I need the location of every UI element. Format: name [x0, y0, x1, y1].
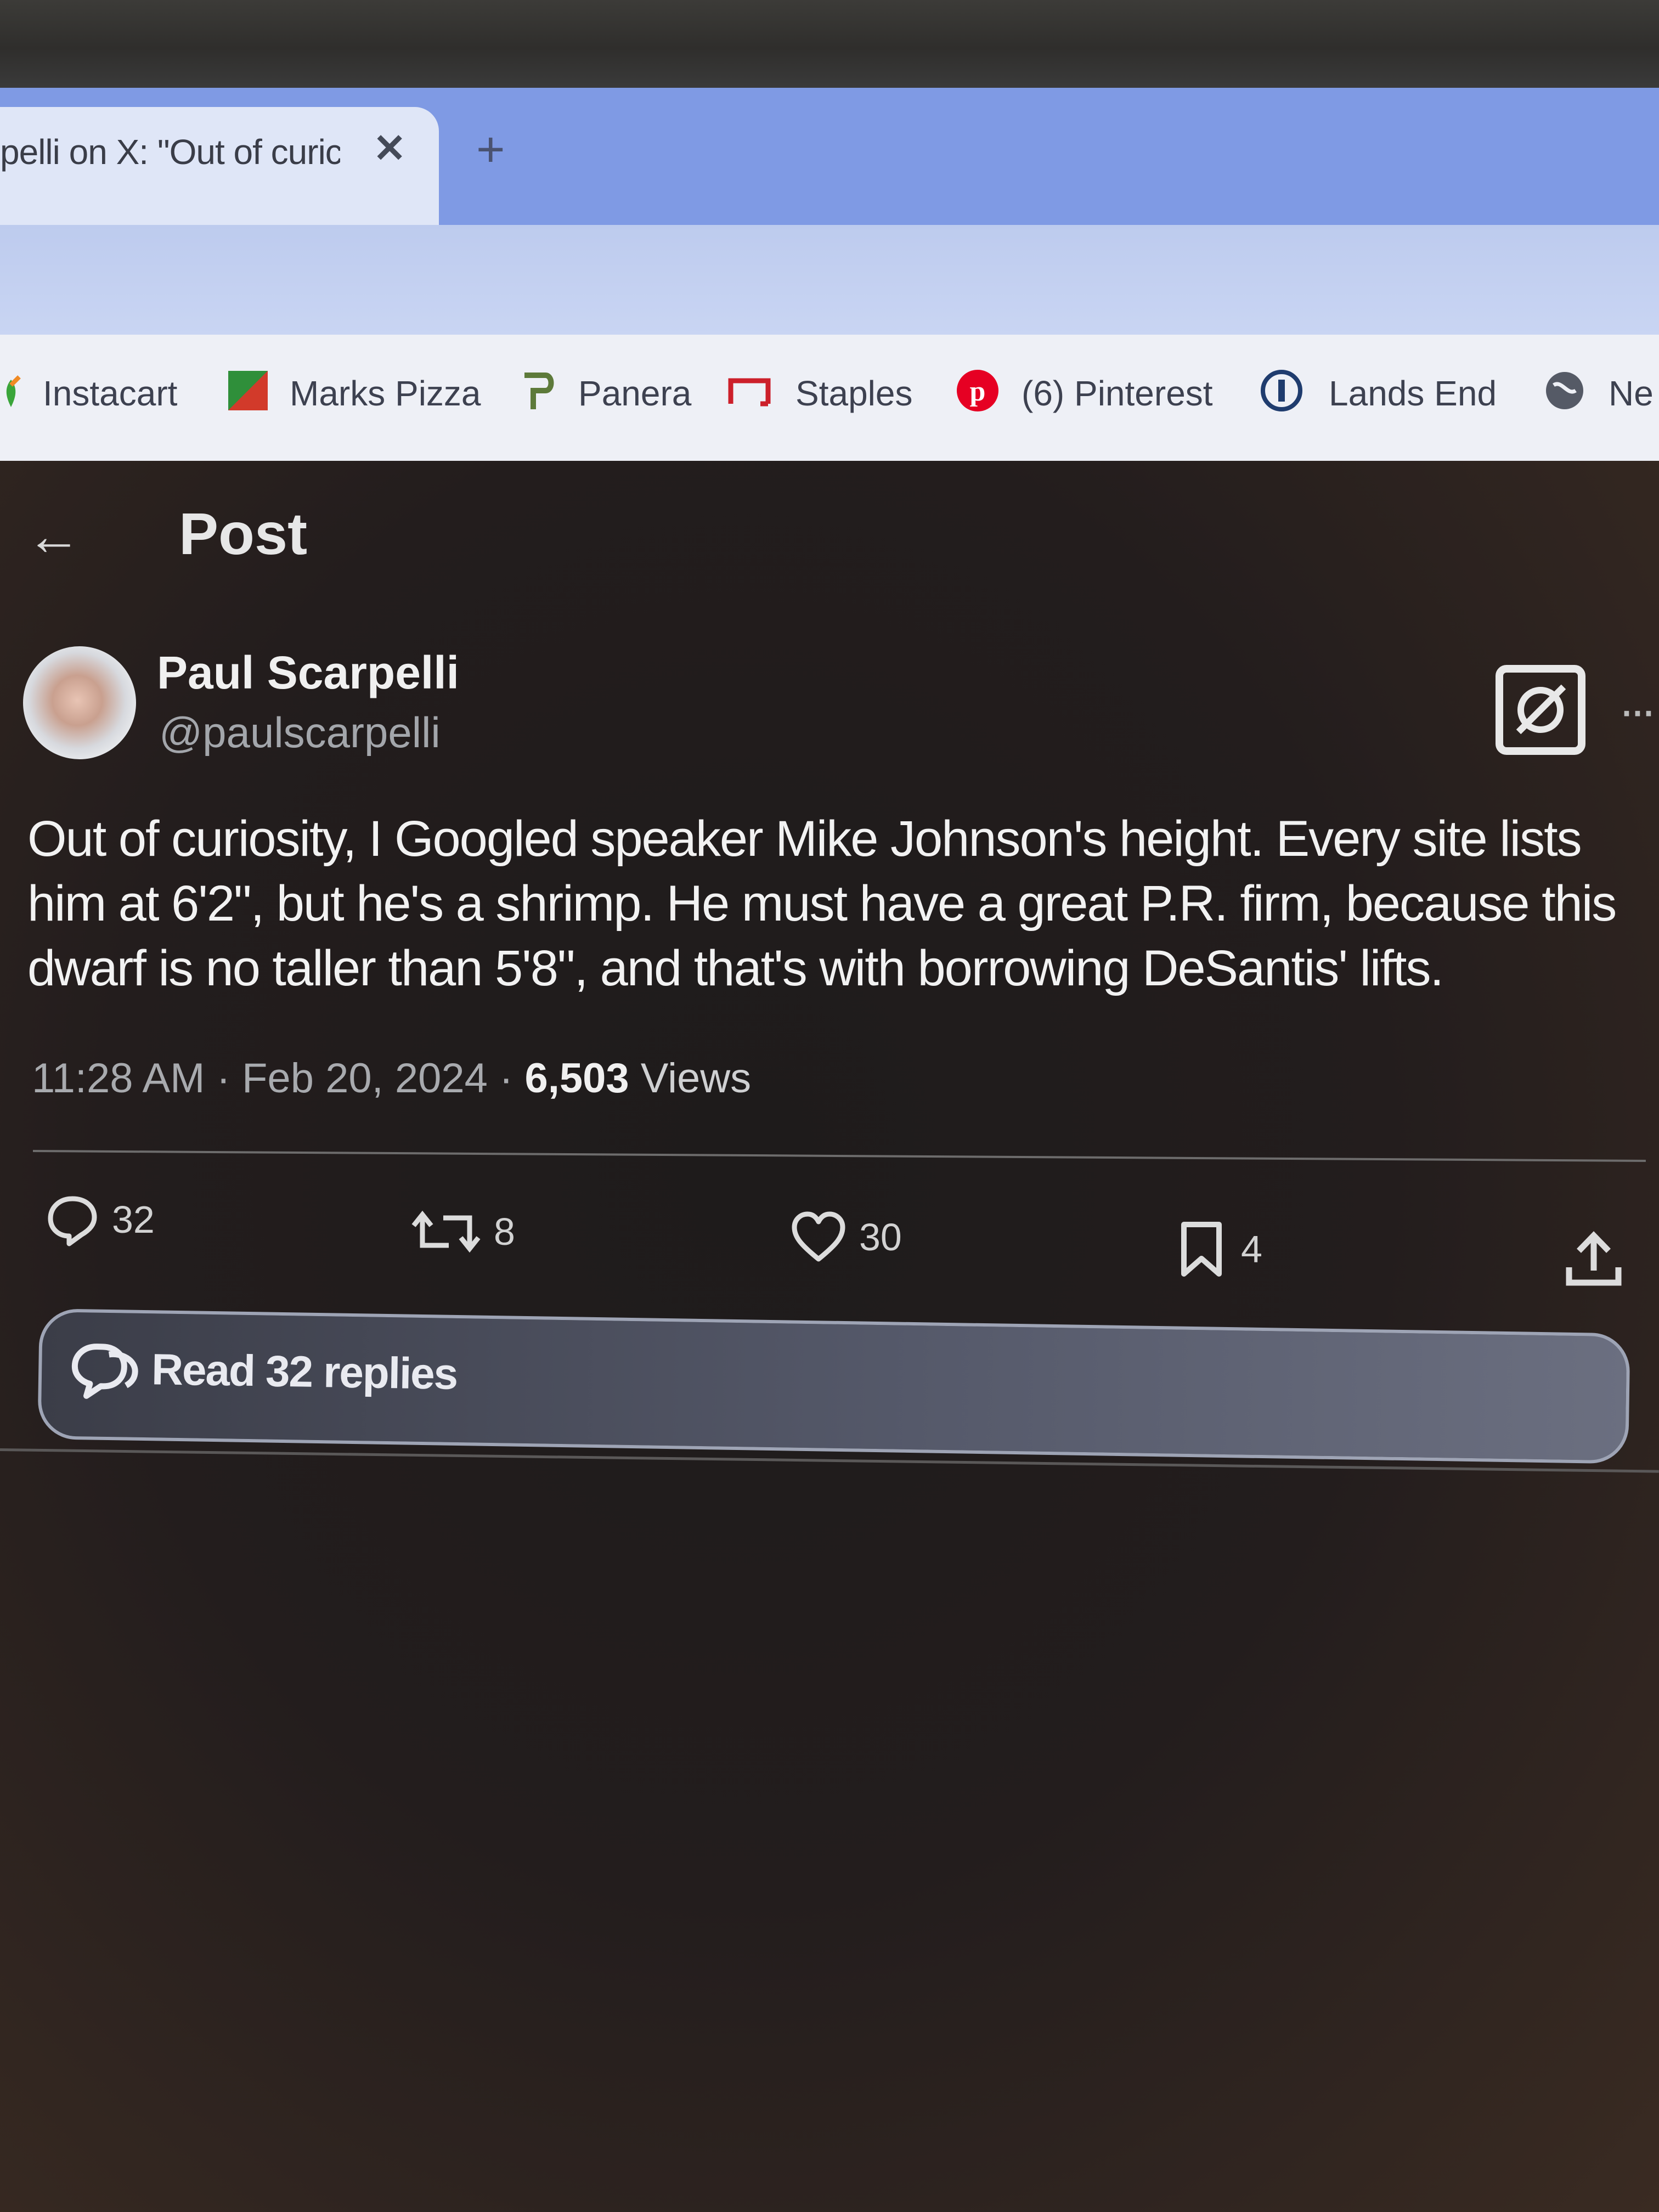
author-name[interactable]: Paul Scarpelli: [157, 646, 459, 699]
tab-close-icon[interactable]: ✕: [373, 125, 406, 171]
reply-icon: [48, 1196, 97, 1246]
marks-pizza-icon: [228, 371, 268, 410]
post-timestamp[interactable]: 11:28 AM · Feb 20, 2024 ·: [32, 1055, 524, 1102]
views-count: 6,503: [524, 1055, 629, 1102]
bookmark-staples[interactable]: Staples: [795, 373, 912, 414]
monitor-bezel: [0, 0, 1659, 88]
bookmark-panera[interactable]: Panera: [578, 373, 691, 414]
share-button[interactable]: [1564, 1229, 1624, 1289]
bookmark-count: 4: [1241, 1228, 1262, 1271]
post-text: Out of curiosity, I Googled speaker Mike…: [27, 811, 1617, 996]
bookmark-instacart[interactable]: Instacart: [43, 373, 177, 414]
post-meta: 11:28 AM · Feb 20, 2024 · 6,503 Views: [32, 1054, 751, 1102]
views-label: Views: [629, 1055, 752, 1102]
bookmark-button[interactable]: 4: [1174, 1219, 1262, 1279]
bookmark-icon: [1181, 1222, 1222, 1277]
bookmark-marks-pizza[interactable]: Marks Pizza: [290, 373, 481, 414]
svg-text:p: p: [970, 376, 986, 407]
bookmark-other[interactable]: Ne: [1609, 373, 1654, 414]
page-title: Post: [179, 500, 308, 567]
back-arrow-icon[interactable]: ←: [26, 505, 81, 568]
repost-count: 8: [494, 1210, 515, 1253]
new-tab-button[interactable]: +: [476, 122, 505, 178]
more-options-icon[interactable]: ···: [1618, 682, 1657, 739]
read-replies-button[interactable]: Read 32 replies: [37, 1308, 1630, 1464]
pinterest-icon: p: [957, 370, 998, 411]
grok-icon: [1516, 684, 1566, 735]
grok-button[interactable]: [1496, 665, 1585, 755]
staples-icon: [728, 378, 771, 407]
like-count: 30: [859, 1216, 902, 1259]
replies-icon: [71, 1344, 138, 1399]
tab-title[interactable]: pelli on X: "Out of curic: [0, 132, 340, 172]
repost-button[interactable]: 8: [410, 1201, 515, 1262]
instacart-icon: [6, 375, 21, 407]
bookmark-lands-end[interactable]: Lands End: [1329, 373, 1497, 414]
heart-icon: [792, 1211, 845, 1262]
avatar[interactable]: [23, 646, 136, 759]
address-bar-area[interactable]: [0, 225, 1659, 335]
like-button[interactable]: 30: [790, 1207, 902, 1267]
bookmark-pinterest[interactable]: (6) Pinterest: [1022, 373, 1213, 414]
share-icon: [1566, 1231, 1622, 1286]
author-handle[interactable]: @paulscarpelli: [159, 708, 441, 758]
globe-icon: [1546, 372, 1583, 409]
reply-count: 32: [112, 1198, 155, 1241]
read-replies-label: Read 32 replies: [151, 1345, 458, 1398]
lands-end-icon: [1261, 370, 1302, 411]
reply-button[interactable]: 32: [45, 1189, 155, 1250]
panera-icon: [524, 373, 554, 409]
repost-icon: [411, 1210, 481, 1253]
